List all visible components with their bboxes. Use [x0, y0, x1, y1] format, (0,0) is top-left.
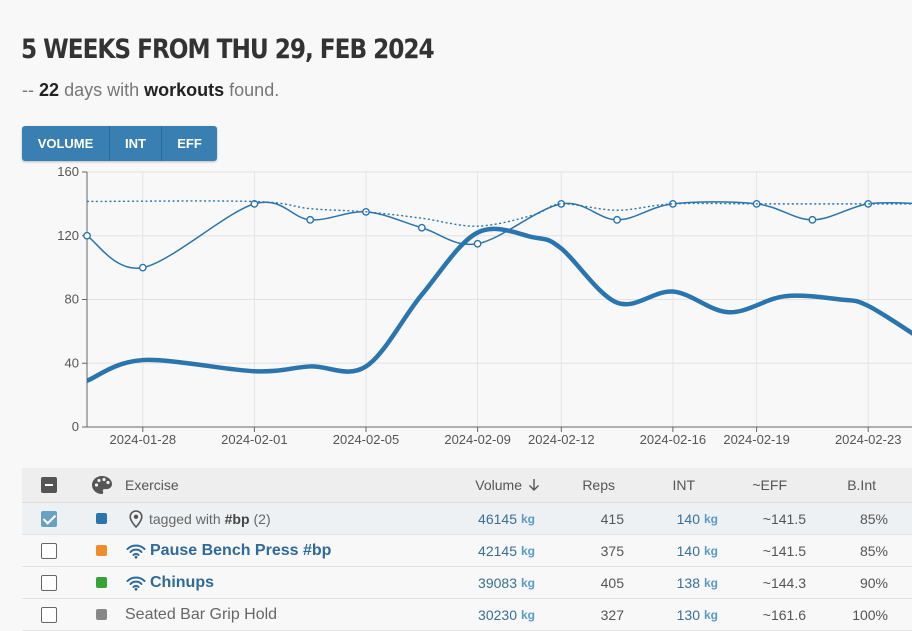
int-data-point[interactable]	[306, 215, 315, 224]
days-text: days with	[64, 80, 140, 100]
int-data-point[interactable]	[138, 263, 147, 272]
bint-cell: 85%	[859, 510, 888, 527]
table-row[interactable]: Pause Bench Press #bp 42145 kg 375 140 kg …	[22, 535, 912, 567]
table-row[interactable]: Chinups 39083 kg 405 138 kg ~144.3 90%	[22, 567, 912, 599]
int-button[interactable]: INT	[110, 126, 162, 161]
bint-cell: 85%	[859, 542, 888, 559]
x-tick-label: 2024-02-12	[528, 432, 595, 447]
y-tick-label: 80	[65, 292, 79, 307]
table-row[interactable]: Seated Bar Grip Hold 30230 kg 327 130 kg ~…	[22, 599, 912, 631]
table-header: Exercise Volume Reps INT ~EFF B.Int	[22, 468, 912, 503]
days-count: 22	[39, 80, 60, 100]
bint-cell: 90%	[859, 574, 888, 591]
y-axis-ticks: 0 40 80 120 160	[57, 164, 88, 434]
eff-button[interactable]: EFF	[162, 126, 217, 161]
summary-prefix: --	[22, 80, 34, 100]
volume-series-line	[87, 226, 912, 384]
int-series-line	[87, 201, 912, 269]
x-axis-ticks: 2024-01-28 2024-02-01 2024-02-05 2024-02-09…	[87, 426, 912, 447]
x-tick-label: 2024-02-09	[444, 432, 511, 447]
int-data-point[interactable]	[808, 215, 817, 224]
bint-column-header[interactable]: B.Int	[22, 468, 876, 502]
workout-chart: 0 40 80 120 160 2024-01-28 2024-02-01 2024-02-…	[57, 164, 912, 447]
volume-button[interactable]: VOLUME	[22, 126, 110, 161]
y-tick-label: 120	[57, 228, 79, 243]
x-tick-label: 2024-02-05	[333, 432, 400, 447]
chart-grid	[87, 171, 912, 428]
summary-line: -- 22 days with workouts found.	[22, 80, 279, 101]
int-data-point[interactable]	[417, 223, 426, 232]
y-tick-label: 0	[72, 419, 79, 434]
x-tick-label: 2024-02-19	[723, 432, 790, 447]
x-tick-label: 2024-01-28	[110, 432, 177, 447]
page-title: 5 WEEKS FROM THU 29, FEB 2024	[21, 34, 435, 65]
x-tick-label: 2024-02-23	[835, 432, 902, 447]
x-tick-label: 2024-02-01	[221, 432, 288, 447]
workouts-word: workouts	[144, 80, 225, 100]
y-tick-label: 40	[65, 355, 79, 370]
int-data-point[interactable]	[473, 239, 482, 248]
int-data-point[interactable]	[864, 199, 873, 208]
table-row[interactable]: tagged with #bp (2) 46145 kg 415 140 kg ~1…	[22, 503, 912, 535]
int-data-point[interactable]	[83, 231, 91, 240]
metric-toggle: VOLUME INT EFF	[22, 126, 217, 161]
exercise-table: Exercise Volume Reps INT ~EFF B.Int tagg…	[22, 468, 912, 631]
found-text: found.	[229, 80, 280, 100]
x-tick-label: 2024-02-16	[640, 432, 707, 447]
y-tick-label: 160	[57, 164, 79, 179]
int-data-point[interactable]	[613, 215, 621, 224]
chart-series	[83, 199, 912, 384]
bint-cell: 100%	[852, 606, 888, 623]
